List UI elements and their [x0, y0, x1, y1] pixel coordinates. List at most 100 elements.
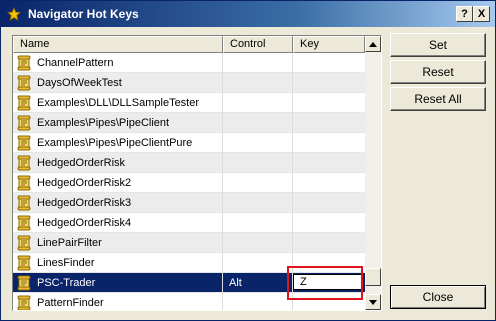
table-row[interactable]: LinesFinder	[13, 252, 365, 273]
row-name-text: LinePairFilter	[37, 236, 102, 249]
row-name-text: PSC-Trader	[37, 276, 96, 289]
cell-key	[293, 233, 365, 253]
script-scroll-icon	[16, 135, 32, 151]
cell-control	[223, 292, 293, 310]
navigator-hot-keys-dialog: Navigator Hot Keys ? X Name Control Key …	[0, 0, 496, 321]
table-row[interactable]: PatternFinder	[13, 292, 365, 311]
script-scroll-icon	[16, 295, 32, 310]
row-name-text: Examples\DLL\DLLSampleTester	[37, 96, 200, 109]
cell-name: ChannelPattern	[13, 52, 223, 73]
table-row[interactable]: Examples\DLL\DLLSampleTester	[13, 92, 365, 113]
cell-control	[223, 112, 293, 133]
key-edit-field[interactable]	[293, 274, 363, 290]
list-header: Name Control Key	[13, 36, 365, 53]
cell-key	[293, 53, 365, 73]
script-scroll-icon	[16, 195, 32, 211]
cell-name: PSC-Trader	[13, 272, 223, 293]
vertical-scrollbar[interactable]	[365, 36, 381, 310]
script-scroll-icon	[16, 175, 32, 191]
window-title: Navigator Hot Keys	[28, 7, 139, 21]
script-scroll-icon	[16, 255, 32, 271]
column-header-name[interactable]: Name	[13, 36, 223, 53]
table-row[interactable]: ChannelPattern	[13, 52, 365, 73]
cell-control	[223, 92, 293, 113]
row-name-text: Examples\Pipes\PipeClient	[37, 116, 170, 129]
script-scroll-icon	[16, 115, 32, 131]
column-header-control[interactable]: Control	[223, 36, 293, 53]
table-row[interactable]: Examples\Pipes\PipeClient	[13, 112, 365, 133]
cell-name: HedgedOrderRisk	[13, 152, 223, 173]
list-rows: ChannelPattern DaysOfWeekTest Examples\DLL…	[13, 52, 365, 311]
table-row[interactable]: Examples\Pipes\PipeClientPure	[13, 132, 365, 153]
scroll-thumb[interactable]	[365, 268, 381, 286]
help-icon: ?	[461, 8, 468, 20]
cell-name: Examples\Pipes\PipeClientPure	[13, 132, 223, 153]
scroll-up-button[interactable]	[365, 36, 381, 52]
cell-key	[293, 113, 365, 133]
row-name-text: ChannelPattern	[37, 56, 114, 69]
cell-control	[223, 172, 293, 193]
script-scroll-icon	[16, 75, 32, 91]
arrow-down-icon	[369, 299, 377, 305]
cell-name: HedgedOrderRisk4	[13, 212, 223, 233]
cell-control	[223, 132, 293, 153]
cell-key	[293, 173, 365, 193]
reset-all-button[interactable]: Reset All	[390, 87, 486, 111]
row-name-text: DaysOfWeekTest	[37, 76, 122, 89]
row-name-text: HedgedOrderRisk4	[37, 216, 132, 229]
cell-control	[223, 212, 293, 233]
cell-control	[223, 252, 293, 273]
row-name-text: LinesFinder	[37, 256, 95, 269]
script-scroll-icon	[16, 55, 32, 71]
cell-key	[293, 253, 365, 273]
cell-key	[293, 293, 365, 311]
table-row[interactable]: LinePairFilter	[13, 232, 365, 253]
star-icon	[6, 6, 22, 22]
help-button[interactable]: ?	[456, 6, 473, 22]
hotkeys-list[interactable]: Name Control Key ChannelPattern DaysOfWee…	[12, 35, 382, 311]
script-scroll-icon	[16, 155, 32, 171]
reset-button[interactable]: Reset	[390, 60, 486, 84]
cell-name: Examples\Pipes\PipeClient	[13, 112, 223, 133]
cell-name: HedgedOrderRisk2	[13, 172, 223, 193]
column-header-key[interactable]: Key	[293, 36, 365, 53]
cell-control	[223, 52, 293, 73]
table-row[interactable]: HedgedOrderRisk	[13, 152, 365, 173]
scroll-down-button[interactable]	[365, 294, 381, 310]
cell-name: LinesFinder	[13, 252, 223, 273]
cell-key	[293, 133, 365, 153]
cell-control: Alt	[223, 272, 293, 293]
close-button[interactable]: Close	[390, 285, 486, 309]
cell-name: LinePairFilter	[13, 232, 223, 253]
script-scroll-icon	[16, 235, 32, 251]
script-scroll-icon	[16, 95, 32, 111]
close-icon: X	[477, 8, 486, 20]
cell-name: PatternFinder	[13, 292, 223, 310]
cell-name: DaysOfWeekTest	[13, 72, 223, 93]
row-name-text: PatternFinder	[37, 296, 104, 309]
table-row[interactable]: HedgedOrderRisk2	[13, 172, 365, 193]
title-bar: Navigator Hot Keys ? X	[1, 1, 495, 27]
cell-key	[293, 213, 365, 233]
cell-key	[293, 193, 365, 213]
script-scroll-icon	[16, 275, 32, 291]
row-name-text: HedgedOrderRisk3	[37, 196, 132, 209]
row-name-text: Examples\Pipes\PipeClientPure	[37, 136, 193, 149]
set-button[interactable]: Set	[390, 33, 486, 57]
close-window-button[interactable]: X	[473, 6, 490, 22]
table-row[interactable]: HedgedOrderRisk4	[13, 212, 365, 233]
arrow-up-icon	[369, 41, 377, 47]
cell-key	[293, 93, 365, 113]
cell-control	[223, 152, 293, 173]
cell-control	[223, 192, 293, 213]
row-name-text: HedgedOrderRisk2	[37, 176, 132, 189]
cell-control	[223, 72, 293, 93]
row-name-text: HedgedOrderRisk	[37, 156, 126, 169]
cell-name: Examples\DLL\DLLSampleTester	[13, 92, 223, 113]
cell-key	[293, 73, 365, 93]
cell-key	[293, 153, 365, 173]
cell-name: HedgedOrderRisk3	[13, 192, 223, 213]
table-row[interactable]: DaysOfWeekTest	[13, 72, 365, 93]
table-row[interactable]: HedgedOrderRisk3	[13, 192, 365, 213]
script-scroll-icon	[16, 215, 32, 231]
